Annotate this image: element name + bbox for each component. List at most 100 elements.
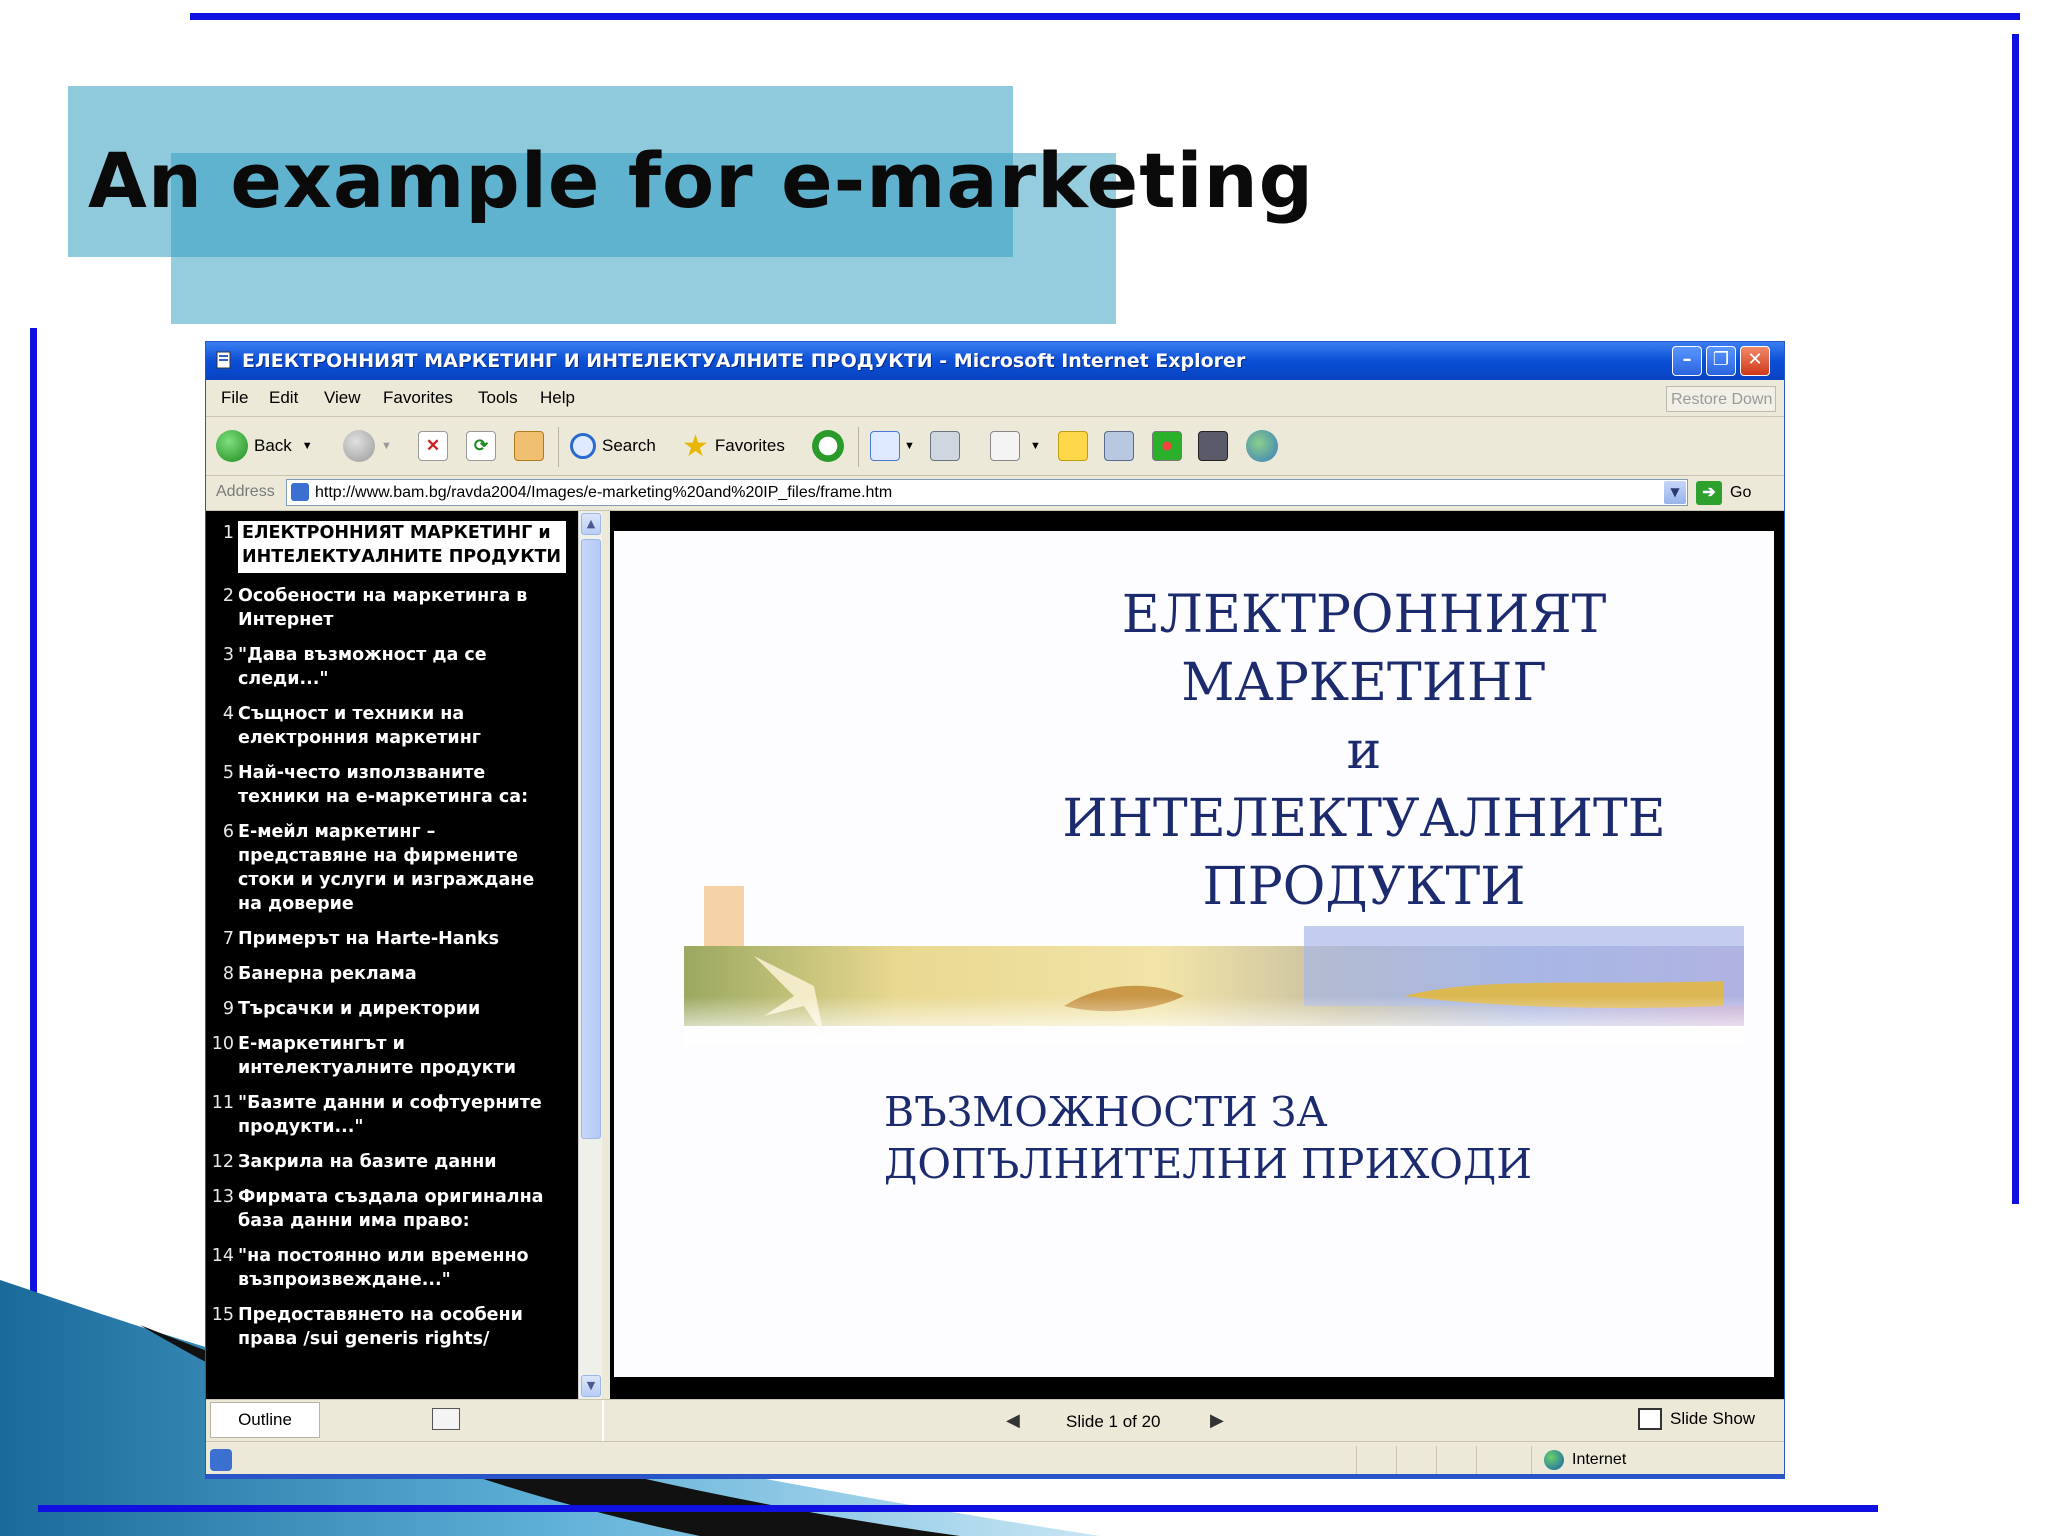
- outline-list: 1 ЕЛЕКТРОННИЯТ МАРКЕТИНГ и ИНТЕЛЕКТУАЛНИТ…: [206, 521, 566, 1362]
- scroll-down-icon[interactable]: ▼: [581, 1375, 601, 1397]
- outline-item-label: Банерна реклама: [238, 964, 417, 984]
- projector-icon: [1638, 1408, 1662, 1430]
- winrar-button[interactable]: [1198, 429, 1228, 463]
- stop-icon: ✕: [418, 431, 448, 461]
- refresh-button[interactable]: ⟳: [466, 429, 496, 463]
- minimize-button[interactable]: –: [1672, 346, 1702, 376]
- outline-item-number: 11: [211, 1093, 234, 1113]
- history-button[interactable]: [812, 429, 850, 463]
- slide-title-line: ЕЛЕКТРОННИЯТ: [1121, 585, 1607, 645]
- discuss-button[interactable]: [1058, 429, 1088, 463]
- menu-edit[interactable]: Edit: [269, 388, 298, 408]
- outline-item-number: 6: [222, 822, 234, 842]
- outline-item[interactable]: 11 "Базите данни и софтуерните продукти..…: [206, 1091, 566, 1139]
- window-titlebar[interactable]: ЕЛЕКТРОННИЯТ МАРКЕТИНГ И ИНТЕЛЕКТУАЛНИТЕ…: [206, 342, 1784, 380]
- scroll-thumb[interactable]: [581, 539, 601, 1139]
- menu-favorites[interactable]: Favorites: [383, 388, 453, 408]
- outline-item[interactable]: 14 "на постоянно или временно възпроизвеж…: [206, 1244, 566, 1292]
- outline-scrollbar[interactable]: ▲ ▼: [578, 511, 603, 1399]
- back-button[interactable]: Back ▼: [216, 429, 313, 463]
- outline-item[interactable]: 15 Предоставянето на особени права /sui g…: [206, 1303, 566, 1351]
- control-separator: [602, 1400, 604, 1442]
- close-button[interactable]: ✕: [1740, 346, 1770, 376]
- slide-canvas: ЕЛЕКТРОННИЯТ МАРКЕТИНГ и ИНТЕЛЕКТУАЛНИТЕ…: [614, 531, 1774, 1377]
- go-button[interactable]: ➔ Go: [1696, 480, 1751, 506]
- print-icon: [930, 431, 960, 461]
- presentation-frame: 1 ЕЛЕКТРОННИЯТ МАРКЕТИНГ и ИНТЕЛЕКТУАЛНИТ…: [206, 511, 1784, 1399]
- pane-splitter[interactable]: [602, 511, 610, 1399]
- previous-slide-icon[interactable]: ◀: [1006, 1410, 1020, 1431]
- stop-button[interactable]: ✕: [418, 429, 448, 463]
- research-icon: [1104, 431, 1134, 461]
- toolbar-separator: [858, 427, 859, 467]
- note-icon: [1058, 431, 1088, 461]
- chevron-down-icon[interactable]: ▼: [1664, 481, 1686, 504]
- home-icon: [514, 431, 544, 461]
- outline-item[interactable]: 7 Примерът на Harte-Hanks: [206, 927, 566, 951]
- globe-icon: [1544, 1450, 1564, 1470]
- window-title: ЕЛЕКТРОННИЯТ МАРКЕТИНГ И ИНТЕЛЕКТУАЛНИТЕ…: [242, 350, 1246, 372]
- chevron-down-icon: ▼: [381, 440, 392, 452]
- research-button[interactable]: [1104, 429, 1134, 463]
- outline-item[interactable]: 3 "Дава възможност да се следи...": [206, 643, 566, 691]
- slide-subtitle-line: ВЪЗМОЖНОСТИ ЗА: [884, 1088, 1328, 1136]
- browser-window: ЕЛЕКТРОННИЯТ МАРКЕТИНГ И ИНТЕЛЕКТУАЛНИТЕ…: [205, 341, 1785, 1479]
- archive-icon: [1198, 431, 1228, 461]
- menu-help[interactable]: Help: [540, 388, 575, 408]
- outline-item-label: Е-мейл маркетинг – представяне на фирмен…: [238, 822, 535, 914]
- address-label: Address: [216, 483, 275, 500]
- outline-item[interactable]: 2 Особености на маркетинга в Интернет: [206, 584, 566, 632]
- scroll-up-icon[interactable]: ▲: [581, 513, 601, 535]
- outline-item[interactable]: 9 Търсачки и директории: [206, 997, 566, 1021]
- slide-title: An example for e-marketing: [88, 136, 1315, 225]
- outline-tab[interactable]: Outline: [210, 1402, 320, 1438]
- outline-item-label: Е-маркетингът и интелектуалните продукти: [238, 1034, 517, 1078]
- restore-button[interactable]: ❐: [1706, 346, 1736, 376]
- outline-item-number: 14: [211, 1246, 234, 1266]
- outline-item-number: 8: [222, 964, 234, 984]
- messenger-icon: [1246, 430, 1278, 462]
- messenger-button[interactable]: [1246, 429, 1284, 463]
- icq-button[interactable]: [1152, 429, 1182, 463]
- expand-outline-icon[interactable]: [432, 1408, 460, 1430]
- address-input[interactable]: http://www.bam.bg/ravda2004/Images/e-mar…: [286, 479, 1688, 506]
- menu-file[interactable]: File: [221, 388, 248, 408]
- home-button[interactable]: [514, 429, 544, 463]
- outline-item[interactable]: 8 Банерна реклама: [206, 962, 566, 986]
- menu-tools[interactable]: Tools: [478, 388, 518, 408]
- slide-counter: Slide 1 of 20: [1066, 1412, 1161, 1431]
- slide-right-line: [2012, 34, 2019, 1204]
- outline-item-label: Същност и техники на електронния маркети…: [238, 704, 481, 748]
- next-slide-icon[interactable]: ▶: [1210, 1410, 1224, 1431]
- forward-button[interactable]: ▼: [343, 429, 392, 463]
- favorites-button[interactable]: ★ Favorites: [682, 429, 785, 463]
- outline-item[interactable]: 4 Същност и техники на електронния маркет…: [206, 702, 566, 750]
- history-icon: [812, 430, 844, 462]
- presentation-controls: Outline ◀ Slide 1 of 20 ▶ Slide Show: [206, 1399, 1784, 1442]
- outline-item[interactable]: 12 Закрила на базите данни: [206, 1150, 566, 1174]
- edit-button[interactable]: ▼: [990, 429, 1041, 463]
- page-icon: [291, 483, 309, 501]
- slide-show-button[interactable]: Slide Show: [1638, 1408, 1755, 1430]
- search-button[interactable]: Search: [570, 429, 656, 463]
- outline-item[interactable]: 10 Е-маркетингът и интелектуалните продук…: [206, 1032, 566, 1080]
- outline-item[interactable]: 5 Най-често използваните техники на е-мар…: [206, 761, 566, 809]
- menu-view[interactable]: View: [324, 388, 361, 408]
- outline-item[interactable]: 6 Е-мейл маркетинг – представяне на фирме…: [206, 820, 566, 916]
- print-button[interactable]: [930, 429, 960, 463]
- outline-item-label: "Базите данни и софтуерните продукти...": [238, 1093, 542, 1137]
- refresh-icon: ⟳: [466, 431, 496, 461]
- address-bar: Address http://www.bam.bg/ravda2004/Imag…: [206, 476, 1784, 511]
- outline-item-label: Предоставянето на особени права /sui gen…: [238, 1305, 523, 1349]
- status-divider: [1356, 1446, 1357, 1474]
- slide-top-line: [190, 13, 2020, 20]
- slide-subtitle-line: ДОПЪЛНИТЕЛНИ ПРИХОДИ: [884, 1140, 1533, 1188]
- outline-item[interactable]: 1 ЕЛЕКТРОННИЯТ МАРКЕТИНГ и ИНТЕЛЕКТУАЛНИТ…: [206, 521, 566, 573]
- outline-item-number: 12: [211, 1152, 234, 1172]
- mail-button[interactable]: ▼: [870, 429, 915, 463]
- back-label: Back: [254, 436, 292, 455]
- security-zone: Internet: [1544, 1450, 1626, 1470]
- outline-item[interactable]: 13 Фирмата създала оригинална база данни …: [206, 1185, 566, 1233]
- mail-icon: [870, 431, 900, 461]
- zone-label: Internet: [1572, 1451, 1627, 1468]
